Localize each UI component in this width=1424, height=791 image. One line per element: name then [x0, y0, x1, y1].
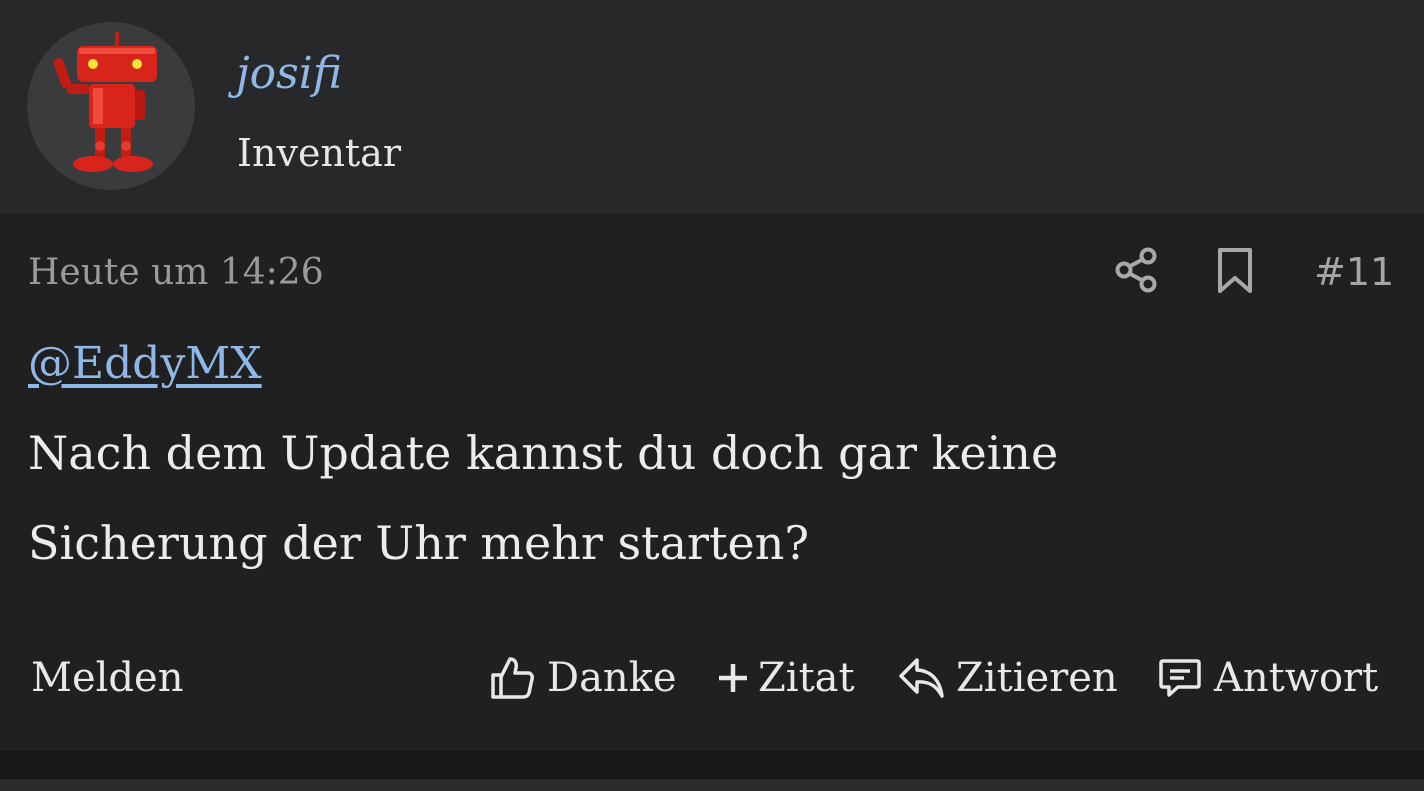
avatar[interactable] [27, 22, 195, 190]
post-body-line-2: Sicherung der Uhr mehr starten? [28, 516, 810, 570]
quote-label: Zitieren [956, 655, 1118, 701]
bookmark-icon [1218, 248, 1252, 293]
bookmark-button[interactable] [1216, 247, 1254, 299]
author-title: Inventar [237, 131, 402, 175]
post-body-line-1: Nach dem Update kannst du doch gar keine [28, 426, 1059, 480]
red-robot-avatar [53, 32, 157, 172]
post-timestamp[interactable]: Heute um 14:26 [28, 250, 324, 296]
thumbs-up-icon [491, 657, 534, 699]
post-author-header: josifi Inventar [0, 0, 1424, 213]
comment-icon [1159, 659, 1201, 697]
share-icon [1115, 247, 1157, 293]
plus-icon [719, 664, 747, 692]
share-button[interactable] [1114, 246, 1160, 298]
post-separator [0, 751, 1424, 779]
like-button[interactable]: Danke [489, 654, 677, 702]
quote-add-button[interactable]: Zitat [716, 654, 855, 702]
author-username[interactable]: josifi [236, 44, 342, 104]
report-button[interactable]: Melden [31, 654, 183, 702]
reply-button[interactable]: Antwort [1158, 654, 1378, 702]
next-post-edge [0, 779, 1424, 791]
reply-arrow-icon [899, 658, 944, 698]
reply-label: Antwort [1214, 655, 1379, 701]
quote-add-label: Zitat [758, 655, 855, 701]
like-label: Danke [547, 655, 677, 701]
user-mention-link[interactable]: @EddyMX [28, 336, 262, 392]
post-number[interactable]: #11 [1314, 248, 1394, 296]
report-label: Melden [31, 655, 184, 701]
quote-button[interactable]: Zitieren [898, 654, 1118, 702]
post-page: josifi Inventar Heute um 14:26 #11 @Eddy… [0, 0, 1424, 791]
